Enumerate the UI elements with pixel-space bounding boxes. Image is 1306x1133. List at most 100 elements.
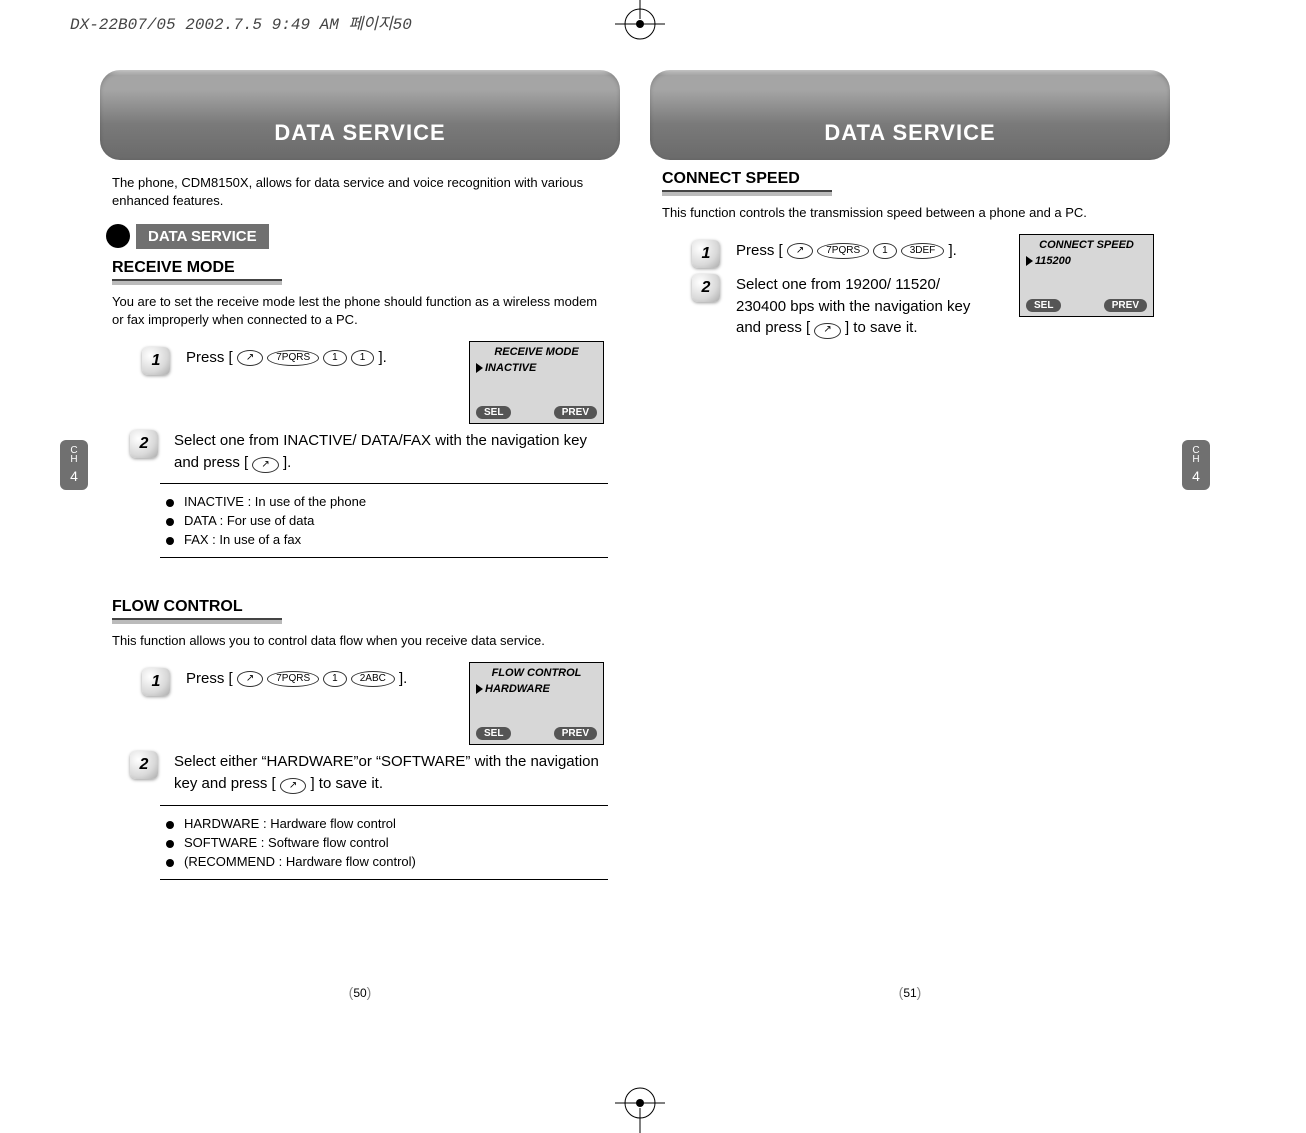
step-text-part: Select one from INACTIVE/ DATA/FAX with … [174,432,587,471]
screen-title: RECEIVE MODE [470,342,603,360]
list-item: DATA : For use of data [166,511,602,530]
step-text-part: Select either “HARDWARE”or “SOFTWARE” wi… [174,753,599,792]
keypad-key-icon: 1 [323,671,347,687]
subsection-title: RECEIVE MODE [112,259,620,277]
nav-key-icon: ↗ [787,243,813,259]
phone-screen: FLOW CONTROL HARDWARE SEL PREV [469,662,604,745]
page-number-value: 51 [903,986,916,1000]
softkey-prev: PREV [1104,299,1147,312]
keypad-key-icon: 1 [351,350,375,366]
step-row: 2 Select one from INACTIVE/ DATA/FAX wit… [112,430,608,474]
keypad-key-icon: 7PQRS [817,243,869,259]
nav-key-icon: ↗ [237,350,263,366]
subsection-title: FLOW CONTROL [112,598,620,616]
nav-key-icon: ↗ [814,323,840,339]
step-suffix: ]. [378,349,386,366]
keypad-key-icon: 3DEF [901,243,945,259]
step-text: Select either “HARDWARE”or “SOFTWARE” wi… [174,751,608,795]
step-badge: 1 [142,668,170,696]
step-row: 2 Select one from 19200/ 11520/ 230400 b… [674,274,987,339]
step-text-part: ] to save it. [310,775,383,792]
step-text: Select one from INACTIVE/ DATA/FAX with … [174,430,608,474]
underline-rule [662,190,832,196]
phone-screen: CONNECT SPEED 115200 SEL PREV [1019,234,1154,317]
keypad-key-icon: 2ABC [351,671,395,687]
softkey-prev: PREV [554,727,597,740]
list-item: HARDWARE : Hardware flow control [166,814,602,833]
chapter-tab-number: 4 [1192,468,1200,484]
softkey-sel: SEL [476,727,511,740]
page-right: C H 4 DATA SERVICE CONNECT SPEED This fu… [650,60,1170,960]
triangle-icon [476,363,483,373]
triangle-icon [476,684,483,694]
note-text: INACTIVE : In use of the phone [184,494,366,509]
step-suffix: ]. [399,670,407,687]
chapter-tab: C H 4 [1182,440,1210,490]
step-row: 1 Press [ ↗ 7PQRS 1 2ABC ]. [124,668,437,696]
note-text: FAX : In use of a fax [184,532,301,547]
section-banner: DATA SERVICE [100,70,620,160]
keypad-key-icon: 1 [323,350,347,366]
step-badge: 2 [692,274,720,302]
screen-selected-item: INACTIVE [470,360,603,404]
step-text: Press [ ↗ 7PQRS 1 1 ]. [186,347,437,369]
softkey-sel: SEL [1026,299,1061,312]
banner-title: DATA SERVICE [274,120,445,146]
chapter-tab-label: C H [1192,446,1199,464]
keypad-key-icon: 7PQRS [267,350,319,366]
step-prefix: Press [ [736,242,783,259]
softkey-prev: PREV [554,406,597,419]
step-text: Select one from 19200/ 11520/ 230400 bps… [736,274,987,339]
screen-selected-item: HARDWARE [470,681,603,725]
banner-title: DATA SERVICE [824,120,995,146]
keypad-key-icon: 1 [873,243,897,259]
list-item: INACTIVE : In use of the phone [166,492,602,511]
note-text: HARDWARE : Hardware flow control [184,816,396,831]
subsection-title: CONNECT SPEED [662,170,1170,188]
key-sequence: ↗ 7PQRS 1 3DEF [787,243,944,259]
step-prefix: Press [ [186,349,233,366]
step-row: 2 Select either “HARDWARE”or “SOFTWARE” … [112,751,608,795]
nav-key-icon: ↗ [252,457,278,473]
crop-mark-icon [610,0,670,54]
subsection-desc: You are to set the receive mode lest the… [112,293,608,329]
list-item: SOFTWARE : Software flow control [166,833,602,852]
step-badge: 1 [142,347,170,375]
step-text-part: ] to save it. [845,319,918,336]
step-badge: 2 [130,430,158,458]
nav-key-icon: ↗ [280,778,306,794]
screen-item-label: INACTIVE [485,362,536,374]
screen-title: CONNECT SPEED [1020,235,1153,253]
chip-label: DATA SERVICE [136,224,269,249]
note-text: SOFTWARE : Software flow control [184,835,389,850]
screen-item-label: 115200 [1035,255,1071,267]
phone-screen: RECEIVE MODE INACTIVE SEL PREV [469,341,604,424]
bullet-icon [106,224,130,248]
note-text: (RECOMMEND : Hardware flow control) [184,854,416,869]
subsection-desc: This function controls the transmission … [662,204,1158,222]
subsection-desc: This function allows you to control data… [112,632,608,650]
nav-key-icon: ↗ [237,671,263,687]
chapter-tab-number: 4 [70,468,78,484]
intro-text: The phone, CDM8150X, allows for data ser… [112,174,610,210]
note-box: HARDWARE : Hardware flow control SOFTWAR… [160,805,608,880]
step-prefix: Press [ [186,670,233,687]
page-number: (51) [899,984,922,1000]
note-box: INACTIVE : In use of the phone DATA : Fo… [160,483,608,558]
step-text-part: ]. [283,454,291,471]
note-text: DATA : For use of data [184,513,314,528]
page-number-value: 50 [353,986,366,1000]
page-number: (50) [349,984,372,1000]
page-left: C H 4 DATA SERVICE The phone, CDM8150X, … [100,60,620,960]
underline-rule [112,279,282,285]
key-sequence: ↗ 7PQRS 1 1 [237,350,374,366]
underline-rule [112,618,282,624]
list-item: (RECOMMEND : Hardware flow control) [166,852,602,871]
section-chip: DATA SERVICE [106,224,620,249]
screen-item-label: HARDWARE [485,683,550,695]
step-text: Press [ ↗ 7PQRS 1 3DEF ]. [736,240,987,262]
chapter-tab-label: C H [70,446,77,464]
keypad-key-icon: 7PQRS [267,671,319,687]
chapter-tab: C H 4 [60,440,88,490]
softkey-sel: SEL [476,406,511,419]
